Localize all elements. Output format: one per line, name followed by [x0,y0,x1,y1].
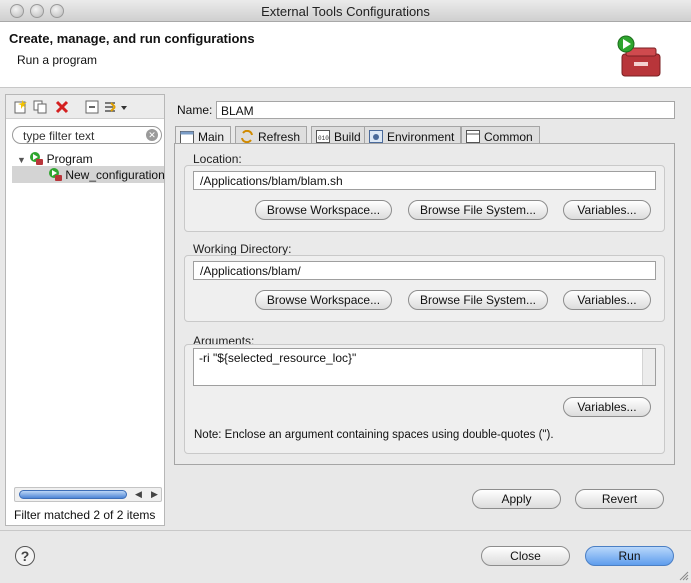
build-tab-icon: 010 [316,130,330,143]
revert-button[interactable]: Revert [575,489,664,509]
config-icon [49,168,62,181]
tab-refresh[interactable]: Refresh [235,126,308,144]
resize-grip-icon[interactable] [679,571,689,581]
horizontal-scrollbar[interactable]: ◀ ▶ [14,487,162,502]
tab-label: Common [484,129,533,144]
arguments-textarea[interactable]: -ri "${selected_resource_loc}" [193,348,656,386]
arguments-value: -ri "${selected_resource_loc}" [199,351,357,365]
workdir-browse-workspace-button[interactable]: Browse Workspace... [255,290,392,310]
tab-environment[interactable]: Environment [364,126,462,144]
new-config-icon[interactable] [12,99,28,115]
filter-input[interactable]: type filter text ✕ [12,126,162,144]
tree-item-label: New_configuration [65,168,165,182]
working-directory-label: Working Directory: [193,242,292,256]
tab-label: Build [334,129,361,144]
tab-label: Environment [387,129,455,144]
location-field[interactable]: /Applications/blam/blam.sh [193,171,656,190]
external-tools-toolbox-icon [617,35,661,77]
program-icon [30,152,44,165]
working-directory-field[interactable]: /Applications/blam/ [193,261,656,280]
tree-item-program[interactable]: ▼ Program [17,151,93,166]
common-tab-icon [466,130,480,143]
delete-icon[interactable] [54,99,70,115]
configuration-list-panel: type filter text ✕ ▼ Program New_configu… [5,94,165,526]
filter-placeholder: type filter text [23,129,95,143]
apply-button[interactable]: Apply [472,489,561,509]
tree-item-new-configuration[interactable]: New_configuration [48,167,165,182]
tab-common[interactable]: Common [461,126,540,144]
refresh-tab-icon [241,130,253,143]
name-label: Name: [177,103,213,117]
header-subtitle: Run a program [17,53,98,67]
main-tab-icon [180,130,194,144]
close-button[interactable]: Close [481,546,570,566]
expand-arrow-icon[interactable]: ▼ [17,155,26,165]
location-variables-button[interactable]: Variables... [563,200,651,220]
tree-item-label: Program [46,152,93,166]
run-button[interactable]: Run [585,546,674,566]
location-browse-file-system-button[interactable]: Browse File System... [408,200,548,220]
arguments-note: Note: Enclose an argument containing spa… [194,429,554,441]
header-title: Create, manage, and run configurations [9,31,255,46]
duplicate-icon[interactable] [32,99,48,115]
config-toolbar [6,95,164,119]
name-field[interactable]: BLAM [216,101,675,119]
workdir-browse-file-system-button[interactable]: Browse File System... [408,290,548,310]
footer-separator [0,530,691,531]
clear-filter-icon[interactable]: ✕ [146,129,158,141]
scroll-right-icon[interactable]: ▶ [151,489,158,500]
workdir-variables-button[interactable]: Variables... [563,290,651,310]
environment-tab-icon [369,130,383,143]
filter-status: Filter matched 2 of 2 items [14,508,156,522]
location-browse-workspace-button[interactable]: Browse Workspace... [255,200,392,220]
location-label: Location: [193,152,242,166]
filter-icon[interactable] [104,99,128,115]
collapse-icon[interactable] [84,99,100,115]
arguments-variables-button[interactable]: Variables... [563,397,651,417]
title-bar: External Tools Configurations [0,0,691,22]
scroll-left-icon[interactable]: ◀ [135,489,142,500]
svg-text:010: 010 [318,135,329,142]
tab-label: Main [198,130,225,144]
arguments-scrollbar[interactable] [642,349,655,385]
tab-build[interactable]: 010 Build [311,126,368,144]
dialog-header: Create, manage, and run configurations R… [0,22,691,88]
help-icon[interactable]: ? [15,546,35,566]
tab-label: Refresh [258,129,301,144]
scroll-thumb[interactable] [19,490,127,499]
window-title: External Tools Configurations [261,4,430,19]
